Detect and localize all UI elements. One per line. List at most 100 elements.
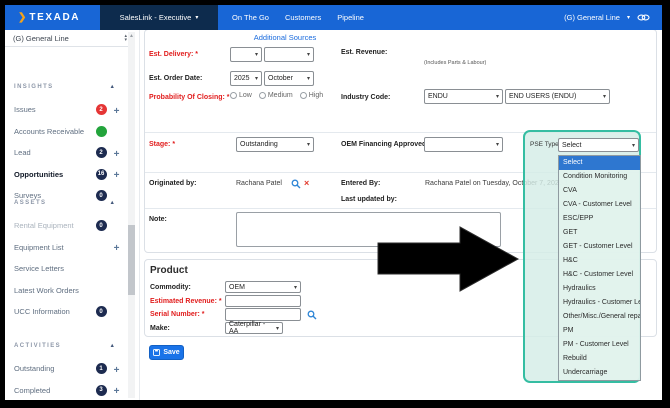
pse-option[interactable]: Hydraulics [559, 282, 640, 296]
pse-type-highlight-panel: PSE Type: Select▾ Select Condition Monit… [523, 130, 641, 383]
radio-medium[interactable]: Medium [259, 92, 293, 99]
pse-option[interactable]: Undercarriage [559, 366, 640, 380]
order-month-select[interactable]: October▾ [264, 71, 314, 86]
industry-code-value: ENDU [428, 93, 448, 100]
serial-number-input[interactable] [225, 308, 301, 321]
add-icon[interactable]: + [114, 243, 120, 254]
link-icon[interactable] [637, 13, 650, 22]
app-menu-dropdown[interactable]: SalesLink - Executive ▾ [100, 5, 218, 30]
nav-on-the-go[interactable]: On The Go [232, 13, 269, 22]
sidebar-item-latest-work-orders[interactable]: Latest Work Orders [5, 280, 129, 302]
add-icon[interactable]: + [114, 170, 120, 181]
industry-desc-value: END USERS (ENDU) [509, 93, 576, 100]
est-order-date-label: Est. Order Date: [149, 75, 202, 82]
save-button[interactable]: Save [149, 345, 184, 360]
item-label: UCC Information [14, 307, 92, 316]
section-header-insights[interactable]: INSIGHTS ▲ [5, 80, 129, 94]
collapse-icon[interactable]: ▲ [110, 84, 115, 90]
pse-option[interactable]: Hydraulics - Customer Level [559, 296, 640, 310]
branch-selector[interactable]: (G) General Line ▴▾ [5, 30, 133, 47]
sidebar-item-lead[interactable]: Lead 2 + [5, 142, 129, 164]
account-selector[interactable]: (G) General Line ▾ [564, 5, 662, 30]
pse-option[interactable]: ESC/EPP [559, 212, 640, 226]
originated-by-label: Originated by: [149, 180, 196, 187]
section-title: ASSETS [14, 200, 110, 206]
sidebar-item-completed[interactable]: Completed 3 + [5, 380, 129, 402]
collapse-icon[interactable]: ▲ [110, 200, 115, 206]
radio-low[interactable]: Low [230, 92, 252, 99]
pse-option[interactable]: GET - Customer Level [559, 240, 640, 254]
item-label: Issues [14, 105, 92, 114]
sidebar-item-outstanding[interactable]: Outstanding 1 + [5, 358, 129, 380]
collapse-icon[interactable]: ▲ [110, 343, 115, 349]
account-label: (G) General Line [564, 13, 620, 22]
pse-option[interactable]: Rebuild [559, 352, 640, 366]
pse-option[interactable]: H&C [559, 254, 640, 268]
scrollbar-up-icon[interactable]: ▲ [128, 32, 135, 40]
pse-option[interactable]: PM [559, 324, 640, 338]
order-year-select[interactable]: 2025▾ [230, 71, 262, 86]
add-icon[interactable]: + [114, 149, 120, 160]
radio-label: Medium [268, 92, 293, 99]
industry-desc-select[interactable]: END USERS (ENDU)▾ [505, 89, 610, 104]
make-select[interactable]: Caterpillar - AA▾ [225, 322, 283, 334]
est-revenue-label: Est. Revenue: [341, 49, 387, 56]
product-title: Product [150, 265, 188, 276]
industry-code-select[interactable]: ENDU▾ [424, 89, 503, 104]
item-label: Opportunities [14, 170, 92, 179]
note-textarea[interactable] [236, 212, 501, 247]
estimated-revenue-label: Estimated Revenue: * [150, 298, 222, 305]
add-icon[interactable]: + [114, 386, 120, 397]
pse-type-option-list: Select Condition Monitoring CVA CVA - Cu… [558, 155, 641, 381]
radio-high[interactable]: High [300, 92, 323, 99]
nav-pipeline[interactable]: Pipeline [337, 13, 364, 22]
pse-option[interactable]: Other/Misc./General repairs [559, 310, 640, 324]
item-label: Lead [14, 148, 92, 157]
last-updated-label: Last updated by: [341, 196, 397, 203]
sidebar-item-equipment-list[interactable]: Equipment List + [5, 237, 129, 259]
est-delivery-month-select[interactable]: ▾ [264, 47, 314, 62]
estimated-revenue-input[interactable] [225, 295, 301, 307]
commodity-select[interactable]: OEM▾ [225, 281, 301, 293]
pse-type-select[interactable]: Select▾ [558, 138, 639, 152]
sidebar-item-issues[interactable]: Issues 2 + [5, 99, 129, 121]
search-icon[interactable] [291, 179, 301, 189]
count-badge: 16 [96, 169, 107, 180]
sidebar-item-accounts-receivable[interactable]: Accounts Receivable [5, 121, 129, 143]
pse-option[interactable]: Select [559, 156, 640, 170]
item-label: Rental Equipment [14, 221, 92, 230]
originated-by-value: Rachana Patel [236, 180, 282, 187]
pse-option[interactable]: PM - Customer Level [559, 338, 640, 352]
top-nav-links: On The Go Customers Pipeline [232, 5, 364, 30]
section-title: INSIGHTS [14, 84, 110, 90]
clear-icon[interactable]: × [304, 178, 309, 188]
add-icon[interactable]: + [114, 365, 120, 376]
stage-select[interactable]: Outstanding▾ [236, 137, 314, 152]
sidebar-item-opportunities[interactable]: Opportunities 16 + [5, 164, 129, 186]
nav-customers[interactable]: Customers [285, 13, 321, 22]
sidebar-scrollbar-thumb[interactable] [128, 225, 135, 295]
pse-option[interactable]: H&C - Customer Level [559, 268, 640, 282]
chevron-down-icon: ▾ [307, 51, 310, 58]
industry-code-label: Industry Code: [341, 94, 390, 101]
save-label: Save [163, 349, 179, 356]
sidebar-item-ucc-information[interactable]: UCC Information 0 [5, 301, 129, 323]
texada-logo[interactable]: ❯ TEXADA [5, 5, 100, 30]
search-icon[interactable] [307, 310, 317, 320]
oem-financing-select[interactable]: ▾ [424, 137, 503, 152]
probability-radio-group: Low Medium High [230, 92, 323, 99]
radio-icon [259, 92, 266, 99]
sidebar-item-rental-equipment[interactable]: Rental Equipment 0 [5, 215, 129, 237]
pse-option[interactable]: CVA [559, 184, 640, 198]
sidebar-scrollbar[interactable] [128, 32, 135, 398]
sidebar-item-service-letters[interactable]: Service Letters [5, 258, 129, 280]
section-header-activities[interactable]: ACTIVITIES ▲ [5, 339, 129, 353]
pse-option[interactable]: Condition Monitoring [559, 170, 640, 184]
additional-sources-link[interactable]: Additional Sources [235, 33, 335, 42]
count-badge: 1 [96, 363, 107, 374]
est-delivery-year-select[interactable]: ▾ [230, 47, 262, 62]
section-header-assets[interactable]: ASSETS ▲ [5, 196, 129, 210]
pse-option[interactable]: CVA - Customer Level [559, 198, 640, 212]
pse-option[interactable]: GET [559, 226, 640, 240]
add-icon[interactable]: + [114, 106, 120, 117]
